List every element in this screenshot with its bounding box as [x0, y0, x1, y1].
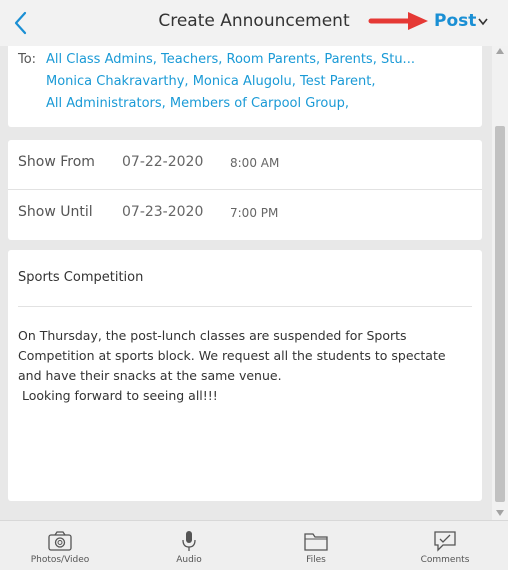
- recipients-line[interactable]: All Administrators, Members of Carpool G…: [46, 96, 349, 111]
- microphone-icon: [182, 531, 196, 551]
- show-from-label: Show From: [18, 154, 95, 170]
- show-from-time[interactable]: 8:00 AM: [230, 156, 279, 170]
- scrollbar-thumb[interactable]: [495, 126, 505, 502]
- message-line: Competition at sports block. We request …: [18, 348, 446, 363]
- show-from-date[interactable]: 07-22-2020: [122, 154, 203, 170]
- show-until-label: Show Until: [18, 204, 93, 220]
- show-until-row[interactable]: Show Until 07-23-2020 7:00 PM: [8, 190, 482, 240]
- show-until-time[interactable]: 7:00 PM: [230, 206, 278, 220]
- message-line: Looking forward to seeing all!!!: [18, 388, 218, 403]
- show-until-date[interactable]: 07-23-2020: [122, 204, 203, 220]
- annotation-arrow: [368, 12, 428, 30]
- comments-button[interactable]: Comments: [400, 521, 490, 570]
- folder-icon: [304, 533, 328, 551]
- recipients-line[interactable]: All Class Admins, Teachers, Room Parents…: [46, 52, 415, 67]
- app-header: Create Announcement Post: [0, 0, 508, 46]
- post-button[interactable]: Post: [434, 11, 476, 31]
- schedule-card: Show From 07-22-2020 8:00 AM Show Until …: [8, 140, 482, 240]
- content-area: To: All Class Admins, Teachers, Room Par…: [0, 46, 508, 520]
- comment-icon: [434, 531, 456, 552]
- message-card: Sports Competition On Thursday, the post…: [8, 250, 482, 501]
- camera-icon: [48, 531, 72, 551]
- files-button[interactable]: Files: [271, 521, 361, 570]
- recipients-line[interactable]: Monica Chakravarthy, Monica Alugolu, Tes…: [46, 74, 376, 89]
- files-label: Files: [306, 555, 326, 565]
- audio-button[interactable]: Audio: [144, 521, 234, 570]
- comments-label: Comments: [420, 555, 470, 565]
- divider: [18, 306, 472, 307]
- photos-video-button[interactable]: Photos/Video: [15, 521, 105, 570]
- message-line: On Thursday, the post-lunch classes are …: [18, 328, 407, 343]
- message-line: and have their snacks at the same venue.: [18, 368, 282, 383]
- audio-label: Audio: [176, 555, 202, 565]
- vertical-scrollbar[interactable]: [492, 46, 508, 520]
- subject-field[interactable]: Sports Competition: [18, 270, 143, 285]
- chevron-down-icon[interactable]: [477, 17, 489, 27]
- scroll-up-icon[interactable]: [496, 48, 504, 54]
- attachment-toolbar: Photos/Video Audio Files Comments: [0, 520, 508, 570]
- photos-video-label: Photos/Video: [30, 555, 90, 565]
- to-label: To:: [18, 52, 37, 67]
- scroll-down-icon[interactable]: [496, 510, 504, 516]
- show-from-row[interactable]: Show From 07-22-2020 8:00 AM: [8, 140, 482, 190]
- recipients-card[interactable]: To: All Class Admins, Teachers, Room Par…: [8, 46, 482, 127]
- message-body[interactable]: On Thursday, the post-lunch classes are …: [18, 326, 468, 406]
